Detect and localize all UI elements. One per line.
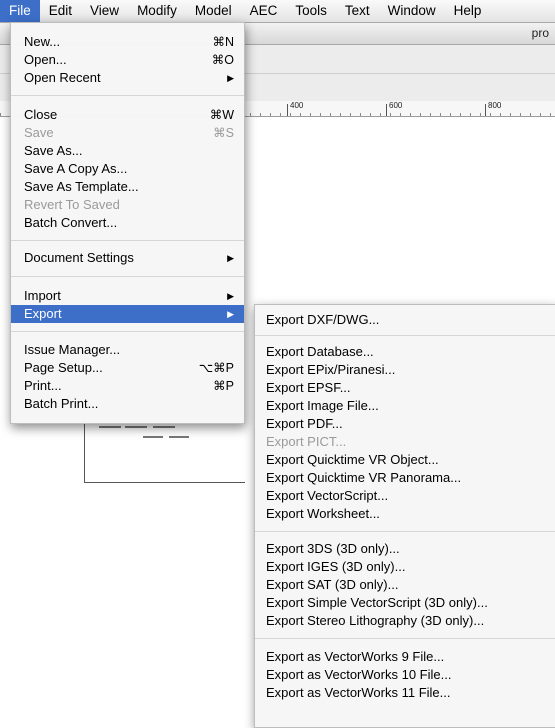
menu-item-export-stereo-lithography[interactable]: Export Stereo Lithography (3D only)... <box>255 612 555 630</box>
menu-separator <box>11 331 244 332</box>
menu-item-export-iges[interactable]: Export IGES (3D only)... <box>255 558 555 576</box>
menubar-aec[interactable]: AEC <box>241 0 287 22</box>
shortcut-print: ⌘P <box>213 379 234 393</box>
menubar-file[interactable]: File <box>0 0 40 22</box>
menu-item-export-epsf[interactable]: Export EPSF... <box>255 379 555 397</box>
menu-item-export-vectorworks-10[interactable]: Export as VectorWorks 10 File... <box>255 666 555 684</box>
shortcut-save: ⌘S <box>213 126 234 140</box>
drawing-line <box>125 426 147 428</box>
menu-item-export-simple-vectorscript[interactable]: Export Simple VectorScript (3D only)... <box>255 594 555 612</box>
menu-item-export[interactable]: Export ▶ <box>11 305 244 323</box>
drawing-line <box>99 426 121 428</box>
shortcut-open: ⌘O <box>211 53 234 67</box>
menubar-modify[interactable]: Modify <box>128 0 186 22</box>
menu-separator <box>11 240 244 241</box>
menu-item-export-vectorworks-9[interactable]: Export as VectorWorks 9 File... <box>255 648 555 666</box>
shortcut-new: ⌘N <box>212 35 234 49</box>
menu-item-close[interactable]: Close ⌘W <box>11 106 244 124</box>
menu-item-save-as-template[interactable]: Save As Template... <box>11 178 244 196</box>
menu-separator <box>11 276 244 277</box>
submenu-arrow-icon: ▶ <box>227 253 234 263</box>
ruler-label-800: 800 <box>488 101 502 110</box>
menu-item-export-pdf[interactable]: Export PDF... <box>255 415 555 433</box>
menu-item-page-setup[interactable]: Page Setup... ⌥⌘P <box>11 359 244 377</box>
ruler-major-tick <box>485 104 486 116</box>
ruler-label-600: 600 <box>389 101 403 110</box>
menu-item-open-recent[interactable]: Open Recent ▶ <box>11 69 244 87</box>
menu-bar: File Edit View Modify Model AEC Tools Te… <box>0 0 555 23</box>
menu-item-save-a-copy-as[interactable]: Save A Copy As... <box>11 160 244 178</box>
menu-item-import[interactable]: Import ▶ <box>11 287 244 305</box>
shortcut-page-setup: ⌥⌘P <box>198 361 234 375</box>
ruler-label-400: 400 <box>290 101 304 110</box>
menu-item-export-database[interactable]: Export Database... <box>255 343 555 361</box>
export-submenu: Export DXF/DWG... Export Database... Exp… <box>254 304 555 728</box>
menu-separator <box>255 638 555 639</box>
menu-item-document-settings[interactable]: Document Settings ▶ <box>11 249 244 267</box>
drawing-line <box>143 436 163 438</box>
menubar-model[interactable]: Model <box>186 0 241 22</box>
drawing-line <box>169 436 189 438</box>
menu-item-export-sat[interactable]: Export SAT (3D only)... <box>255 576 555 594</box>
menu-item-export-image-file[interactable]: Export Image File... <box>255 397 555 415</box>
submenu-arrow-icon: ▶ <box>227 291 234 301</box>
menu-item-export-vectorworks-11[interactable]: Export as VectorWorks 11 File... <box>255 684 555 702</box>
menu-item-export-quicktime-vr-panorama[interactable]: Export Quicktime VR Panorama... <box>255 469 555 487</box>
submenu-arrow-icon: ▶ <box>227 309 234 319</box>
menubar-window[interactable]: Window <box>379 0 445 22</box>
menu-item-revert-to-saved[interactable]: Revert To Saved <box>11 196 244 214</box>
menu-item-new[interactable]: New... ⌘N <box>11 33 244 51</box>
submenu-arrow-icon: ▶ <box>227 73 234 83</box>
menu-separator <box>255 335 555 336</box>
document-title: pro <box>531 26 549 40</box>
menubar-text[interactable]: Text <box>336 0 379 22</box>
drawing-object[interactable] <box>84 420 245 483</box>
menu-item-save[interactable]: Save ⌘S <box>11 124 244 142</box>
menu-separator <box>255 531 555 532</box>
drawing-line <box>153 426 175 428</box>
menu-separator <box>11 95 244 96</box>
menubar-tools[interactable]: Tools <box>286 0 336 22</box>
ruler-major-tick <box>287 104 288 116</box>
menu-item-export-dxf-dwg[interactable]: Export DXF/DWG... <box>255 311 555 329</box>
menu-item-open[interactable]: Open... ⌘O <box>11 51 244 69</box>
menu-item-issue-manager[interactable]: Issue Manager... <box>11 341 244 359</box>
menu-item-export-3ds[interactable]: Export 3DS (3D only)... <box>255 540 555 558</box>
menu-item-export-pict[interactable]: Export PICT... <box>255 433 555 451</box>
menubar-view[interactable]: View <box>81 0 128 22</box>
menu-item-batch-convert[interactable]: Batch Convert... <box>11 214 244 232</box>
menu-item-save-as[interactable]: Save As... <box>11 142 244 160</box>
menu-item-export-worksheet[interactable]: Export Worksheet... <box>255 505 555 523</box>
menu-item-batch-print[interactable]: Batch Print... <box>11 395 244 413</box>
menu-item-export-vectorscript[interactable]: Export VectorScript... <box>255 487 555 505</box>
menu-item-export-epix-piranesi[interactable]: Export EPix/Piranesi... <box>255 361 555 379</box>
menu-item-export-quicktime-vr-object[interactable]: Export Quicktime VR Object... <box>255 451 555 469</box>
ruler-major-tick <box>386 104 387 116</box>
menu-item-print[interactable]: Print... ⌘P <box>11 377 244 395</box>
menubar-help[interactable]: Help <box>445 0 491 22</box>
shortcut-close: ⌘W <box>209 108 234 122</box>
menubar-edit[interactable]: Edit <box>40 0 81 22</box>
file-menu: New... ⌘N Open... ⌘O Open Recent ▶ Close ⌘W … <box>10 22 245 424</box>
